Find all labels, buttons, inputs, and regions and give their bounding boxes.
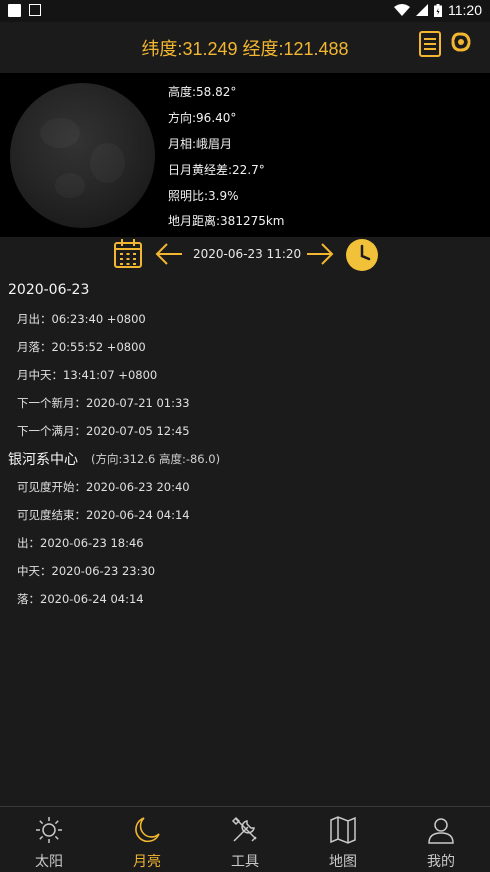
tab-moon-label: 月亮	[133, 854, 161, 870]
map-icon	[330, 816, 356, 844]
moon-altitude: 高度:58.82°	[168, 85, 237, 99]
signal-icon	[416, 4, 428, 16]
status-bar: 11:20	[0, 0, 490, 22]
tab-profile[interactable]: 我的	[392, 807, 490, 872]
previous-arrow-icon[interactable]	[155, 243, 183, 265]
next-full-moon-row: 下一个满月：2020-07-05 12:45	[17, 424, 190, 438]
notification-a-icon	[29, 4, 41, 16]
moon-crater	[55, 173, 85, 198]
moon-image	[10, 83, 155, 228]
day-title: 2020-06-23	[8, 282, 90, 298]
notification-square-icon	[8, 4, 21, 17]
tools-icon	[231, 816, 257, 842]
clock-icon[interactable]	[345, 238, 379, 272]
notification-icons	[8, 4, 41, 17]
header: 纬度:31.249 经度:121.488	[0, 22, 490, 73]
galaxy-visible-start-row: 可见度开始：2020-06-23 20:40	[17, 480, 190, 494]
moonset-row: 月落：20:55:52 +0800	[17, 340, 146, 354]
tab-tools-label: 工具	[231, 854, 259, 870]
notes-icon[interactable]	[419, 31, 441, 57]
moon-distance: 地月距离:381275km	[168, 214, 285, 228]
tab-sun[interactable]: 太阳	[0, 807, 98, 872]
wifi-icon	[394, 4, 410, 16]
tab-sun-label: 太阳	[35, 854, 63, 870]
tab-profile-label: 我的	[427, 854, 455, 870]
galaxy-center-title: 银河系中心	[8, 452, 78, 468]
clock-time: 11:20	[448, 2, 482, 18]
galaxy-center-position: (方向:312.6 高度:-86.0)	[91, 452, 221, 466]
moon-phase: 月相:峨眉月	[168, 137, 233, 151]
tab-moon[interactable]: 月亮	[98, 807, 196, 872]
current-datetime[interactable]: 2020-06-23 11:20	[193, 247, 301, 261]
moon-illumination: 照明比:3.9%	[168, 189, 239, 203]
battery-icon	[434, 3, 442, 17]
swirl-icon[interactable]	[451, 32, 471, 52]
tab-map-label: 地图	[329, 854, 357, 870]
sun-icon	[36, 817, 62, 843]
moon-icon	[135, 817, 160, 843]
galaxy-rise-row: 出：2020-06-23 18:46	[17, 536, 144, 550]
moon-elongation: 日月黄经差:22.7°	[168, 163, 265, 177]
galaxy-set-row: 落：2020-06-24 04:14	[17, 592, 144, 606]
system-icons: 11:20	[394, 2, 482, 18]
calendar-icon[interactable]	[113, 238, 143, 269]
coordinates-title: 纬度:31.249 经度:121.488	[141, 39, 349, 59]
bottom-tab-bar: 太阳 月亮 工具 地图 我的	[0, 806, 490, 872]
date-navigation: 2020-06-23 11:20	[0, 237, 490, 277]
galaxy-transit-row: 中天：2020-06-23 23:30	[17, 564, 156, 578]
tab-map[interactable]: 地图	[294, 807, 392, 872]
tab-tools[interactable]: 工具	[196, 807, 294, 872]
next-new-moon-row: 下一个新月：2020-07-21 01:33	[17, 396, 190, 410]
moon-info-panel: 高度:58.82° 方向:96.40° 月相:峨眉月 日月黄经差:22.7° 照…	[0, 73, 490, 237]
next-arrow-icon[interactable]	[306, 243, 334, 265]
moon-crater	[90, 143, 125, 183]
moon-direction: 方向:96.40°	[168, 111, 237, 125]
user-icon	[428, 818, 454, 844]
moon-transit-row: 月中天：13:41:07 +0800	[17, 368, 158, 382]
moonrise-row: 月出：06:23:40 +0800	[17, 312, 146, 326]
galaxy-visible-end-row: 可见度结束：2020-06-24 04:14	[17, 508, 190, 522]
moon-crater	[40, 118, 80, 148]
